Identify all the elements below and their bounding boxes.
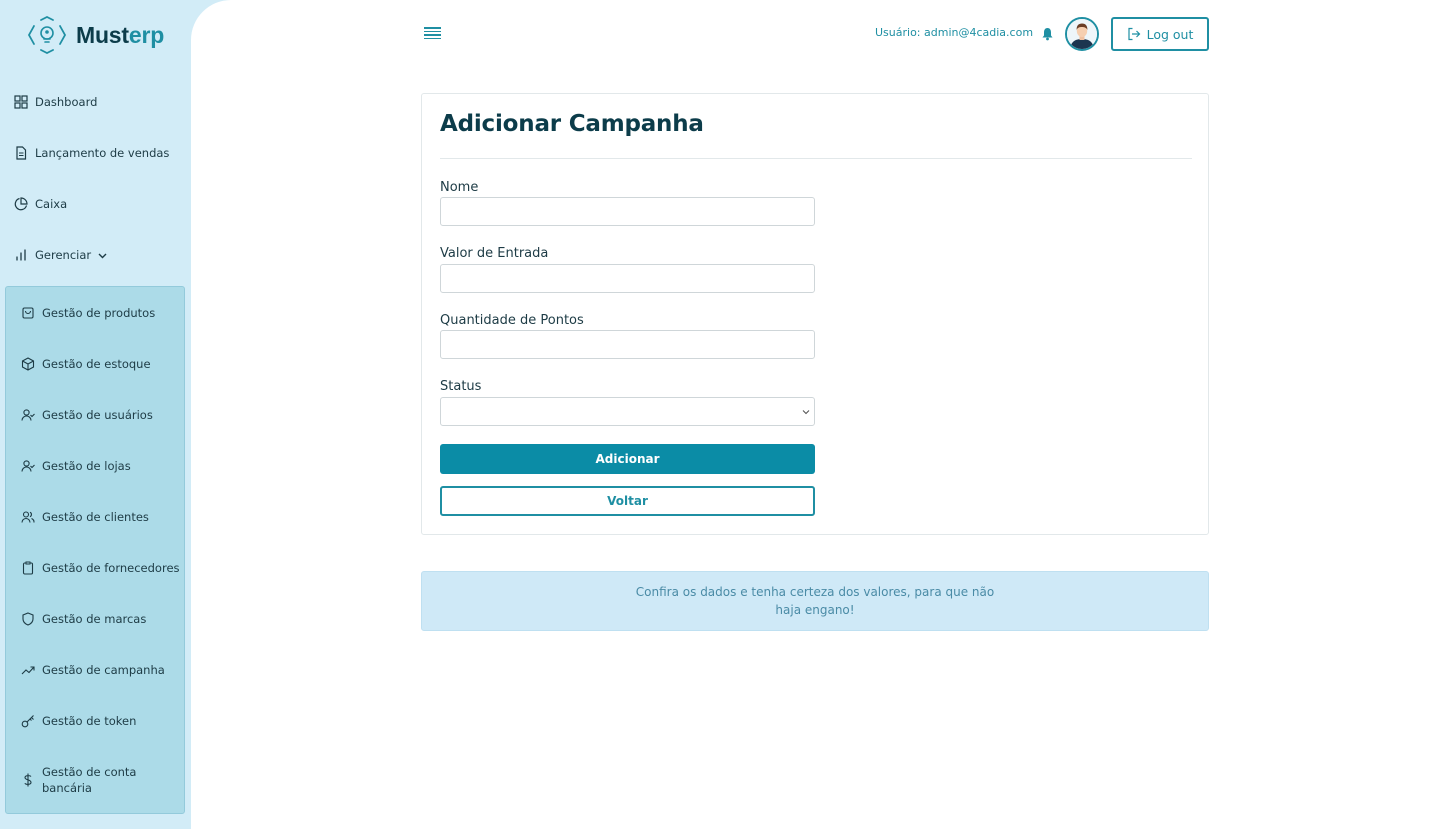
sidebar-item-caixa[interactable]: Caixa xyxy=(14,197,67,211)
divider xyxy=(440,158,1192,159)
voltar-button[interactable]: Voltar xyxy=(440,486,815,516)
sidebar-item-gestao-estoque[interactable]: Gestão de estoque xyxy=(21,356,151,372)
submenu-gerenciar: Gestão de produtos Gestão de estoque Ges… xyxy=(5,286,185,814)
logo[interactable]: Musterp xyxy=(26,16,164,54)
user-avatar-icon xyxy=(1067,19,1097,49)
clipboard-icon xyxy=(22,561,34,575)
status-select[interactable] xyxy=(440,397,815,426)
bell-icon[interactable] xyxy=(1041,27,1054,41)
pie-chart-icon xyxy=(14,197,28,211)
key-icon xyxy=(21,715,34,728)
user-check-icon xyxy=(21,409,35,421)
sidebar-item-label: Caixa xyxy=(35,197,68,211)
sidebar-item-gestao-token[interactable]: Gestão de token xyxy=(21,713,136,729)
alert-line-1: Confira os dados e tenha certeza dos val… xyxy=(635,585,995,599)
alert-line-2: haja engano! xyxy=(775,603,855,617)
sidebar-item-gestao-campanha[interactable]: Gestão de campanha xyxy=(21,662,165,678)
submenu-item-label: Gestão de token xyxy=(42,714,137,728)
submenu-item-label: Gestão de fornecedores xyxy=(42,561,180,575)
sidebar: Musterp Dashboard Lançamento de vendas C… xyxy=(0,0,191,829)
sidebar-item-dashboard[interactable]: Dashboard xyxy=(14,95,97,109)
users-icon xyxy=(21,511,35,523)
logo-text-part2: erp xyxy=(128,21,165,48)
logout-icon xyxy=(1128,27,1140,41)
submenu-item-label: Gestão de estoque xyxy=(42,357,151,371)
shield-icon xyxy=(22,612,34,626)
quantidade-pontos-input[interactable] xyxy=(440,330,815,359)
nome-label: Nome xyxy=(440,180,479,195)
hamburger-menu-icon[interactable] xyxy=(424,27,441,40)
sidebar-item-gestao-conta-bancaria[interactable]: Gestão de conta bancária xyxy=(21,764,161,796)
sidebar-item-lancamento-vendas[interactable]: Lançamento de vendas xyxy=(14,146,169,160)
sidebar-item-gestao-usuarios[interactable]: Gestão de usuários xyxy=(21,407,153,423)
page-title: Adicionar Campanha xyxy=(440,111,704,137)
submenu-item-label: Gestão de conta bancária xyxy=(42,765,137,795)
logout-label: Log out xyxy=(1146,26,1194,42)
submenu-item-label: Gestão de produtos xyxy=(42,306,156,320)
valor-entrada-label: Valor de Entrada xyxy=(440,246,549,261)
adicionar-button[interactable]: Adicionar xyxy=(440,444,815,474)
sidebar-item-gestao-lojas[interactable]: Gestão de lojas xyxy=(21,458,131,474)
nome-input[interactable] xyxy=(440,197,815,226)
sidebar-item-gestao-fornecedores[interactable]: Gestão de fornecedores xyxy=(21,560,180,576)
add-campaign-card: Adicionar Campanha Nome Valor de Entrada… xyxy=(421,93,1209,535)
dollar-icon xyxy=(24,773,32,787)
valor-entrada-input[interactable] xyxy=(440,264,815,293)
status-label: Status xyxy=(440,379,482,394)
user-check-icon xyxy=(21,460,35,472)
logo-text: Musterp xyxy=(76,22,164,49)
submenu-item-label: Gestão de clientes xyxy=(42,510,149,524)
sidebar-item-label: Gerenciar xyxy=(35,248,92,262)
box-icon xyxy=(21,357,35,371)
trending-up-icon xyxy=(21,666,35,675)
quantidade-pontos-label: Quantidade de Pontos xyxy=(440,313,584,328)
info-alert: Confira os dados e tenha certeza dos val… xyxy=(421,571,1209,631)
user-label: Usuário: admin@4cadia.com xyxy=(875,26,1034,39)
sidebar-item-gestao-marcas[interactable]: Gestão de marcas xyxy=(21,611,146,627)
submenu-item-label: Gestão de marcas xyxy=(42,612,147,626)
chevron-down-icon xyxy=(802,410,810,415)
document-icon xyxy=(16,146,27,160)
sidebar-item-gestao-clientes[interactable]: Gestão de clientes xyxy=(21,509,149,525)
sidebar-item-label: Dashboard xyxy=(35,95,98,109)
sidebar-item-gerenciar[interactable]: Gerenciar xyxy=(14,248,108,262)
alert-text: Confira os dados e tenha certeza dos val… xyxy=(630,583,1000,619)
avatar[interactable] xyxy=(1065,17,1099,51)
submenu-item-label: Gestão de usuários xyxy=(42,408,153,422)
logo-text-part1: Must xyxy=(76,21,129,48)
bar-chart-icon xyxy=(16,249,26,261)
logo-icon xyxy=(27,16,67,54)
sidebar-item-label: Lançamento de vendas xyxy=(35,146,170,160)
submenu-item-label: Gestão de lojas xyxy=(42,459,131,473)
submenu-item-label: Gestão de campanha xyxy=(42,663,165,677)
shopping-bag-icon xyxy=(22,307,34,319)
grid-icon xyxy=(14,95,28,109)
content-corner xyxy=(191,0,231,40)
chevron-down-icon xyxy=(98,253,107,258)
logout-button[interactable]: Log out xyxy=(1111,17,1209,51)
sidebar-item-gestao-produtos[interactable]: Gestão de produtos xyxy=(21,305,155,321)
